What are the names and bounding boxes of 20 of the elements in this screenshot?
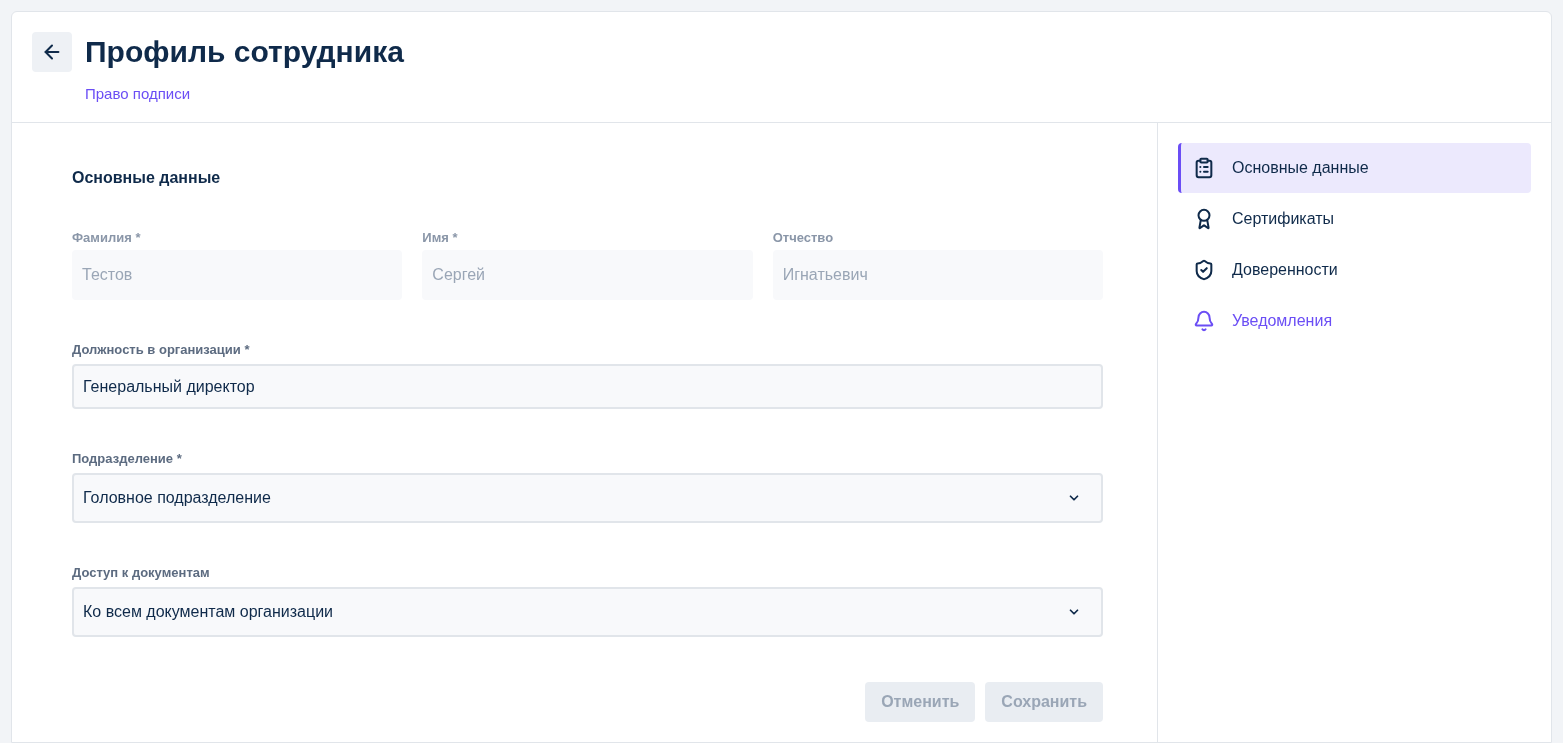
page-title: Профиль сотрудника [85,34,404,70]
field-label: Должность в организации * [72,341,251,359]
nav-item[interactable]: Сертификаты [1178,194,1531,244]
input-field[interactable]: Генеральный директор [72,364,1103,409]
select-field[interactable]: Ко всем документам организации [72,587,1103,637]
section-title: Основные данные [72,168,222,186]
nav-item[interactable]: Доверенности [1178,245,1531,295]
shield-check-icon [1193,259,1215,281]
clipboard-icon [1193,157,1215,179]
select-field[interactable]: Головное подразделение [72,473,1103,523]
field-label: Имя * [422,229,459,247]
field-label: Отчество [772,229,835,247]
field-label: Подразделение * [72,450,183,468]
back-button[interactable] [32,32,72,72]
nav-item[interactable]: Основные данные [1178,143,1531,193]
field-label: Доступ к документам [72,564,211,582]
nav-item[interactable]: Уведомления [1178,296,1531,346]
bell-icon [1193,310,1215,332]
subtitle-link[interactable]: Право подписи [85,83,404,106]
field-label: Фамилия * [72,229,142,247]
